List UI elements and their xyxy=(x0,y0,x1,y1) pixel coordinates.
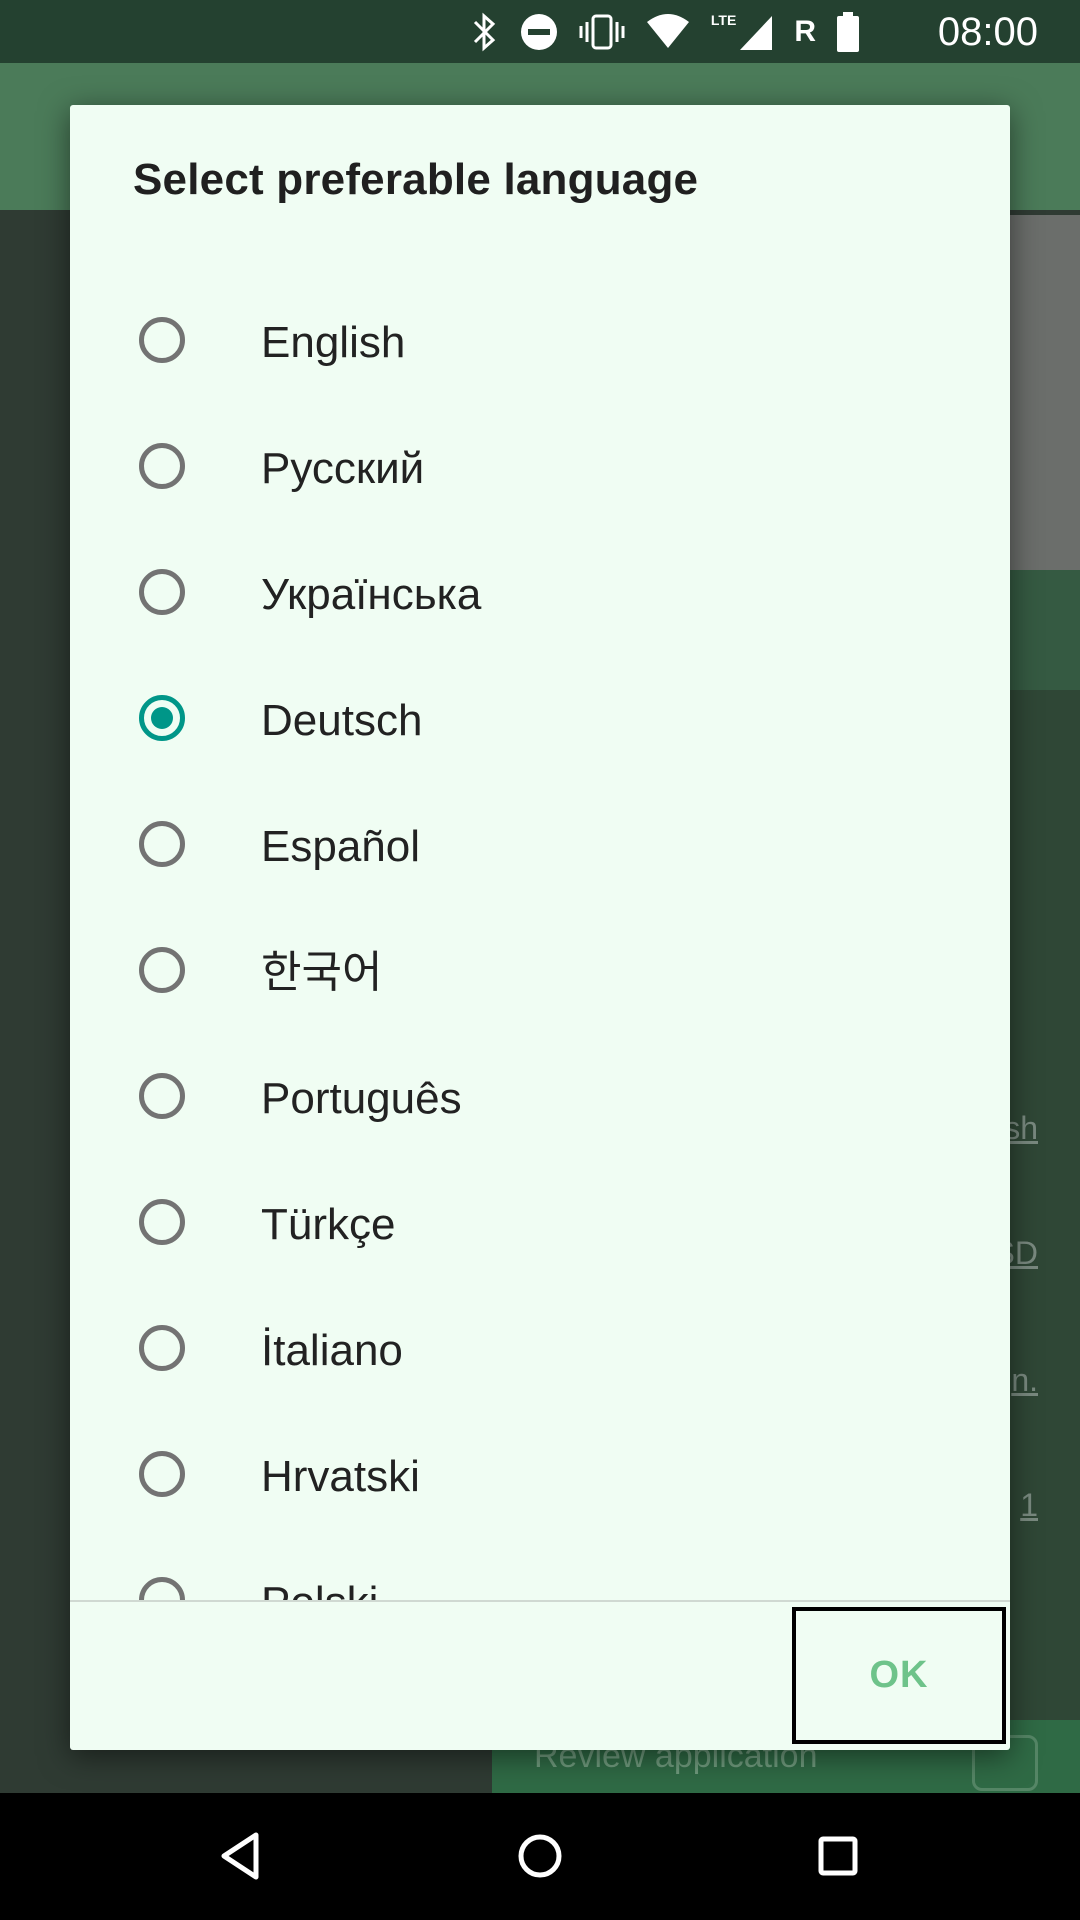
status-time: 08:00 xyxy=(937,10,1038,54)
roaming-indicator: R xyxy=(794,15,816,48)
language-option-portuguese[interactable]: Português xyxy=(70,1036,1010,1162)
language-option-english[interactable]: English xyxy=(70,280,1010,406)
radio-button[interactable] xyxy=(139,443,185,489)
radio-button[interactable] xyxy=(139,569,185,615)
language-options-list[interactable]: Select preferable language English Русск… xyxy=(70,105,1010,1600)
status-bar: LTE R 08:00 xyxy=(0,0,1080,63)
cell-signal-icon xyxy=(740,16,773,50)
radio-button[interactable] xyxy=(139,317,185,363)
radio-button[interactable] xyxy=(139,1577,185,1600)
language-dialog: Select preferable language English Русск… xyxy=(70,105,1010,1750)
option-label: Español xyxy=(261,822,421,871)
navigation-bar xyxy=(0,1793,1080,1920)
wifi-icon xyxy=(646,14,689,48)
radio-button[interactable] xyxy=(139,1073,185,1119)
option-label: Deutsch xyxy=(261,696,423,745)
language-option-russian[interactable]: Русский xyxy=(70,406,1010,532)
battery-icon xyxy=(837,12,859,52)
option-label: 한국어 xyxy=(261,948,383,997)
recents-icon[interactable] xyxy=(803,1821,873,1891)
radio-button[interactable] xyxy=(139,695,185,741)
option-label: Русский xyxy=(261,444,425,493)
do-not-disturb-icon xyxy=(520,14,557,50)
home-icon[interactable] xyxy=(505,1821,575,1891)
option-label: Hrvatski xyxy=(261,1452,420,1501)
background-card xyxy=(1005,215,1080,570)
language-option-ukrainian[interactable]: Українська xyxy=(70,532,1010,658)
dialog-divider xyxy=(70,1600,1010,1602)
language-option-italian[interactable]: İtaliano xyxy=(70,1288,1010,1414)
language-option-korean[interactable]: 한국어 xyxy=(70,910,1010,1036)
option-label: Polski xyxy=(261,1578,378,1600)
bluetooth-icon xyxy=(473,12,496,52)
network-type: LTE xyxy=(710,12,737,28)
option-label: Українська xyxy=(261,570,482,619)
back-icon[interactable] xyxy=(206,1821,276,1891)
option-label: English xyxy=(261,318,406,367)
language-option-spanish[interactable]: Español xyxy=(70,784,1010,910)
background-panel: sh SD n. 1 xyxy=(994,690,1080,1793)
option-label: Türkçe xyxy=(261,1200,396,1249)
radio-button[interactable] xyxy=(139,1199,185,1245)
option-label: Português xyxy=(261,1074,462,1123)
option-label: İtaliano xyxy=(261,1326,403,1375)
vibrate-icon xyxy=(579,14,625,50)
radio-button[interactable] xyxy=(139,1451,185,1497)
background-link: 1 xyxy=(1020,1487,1038,1523)
language-option-croatian[interactable]: Hrvatski xyxy=(70,1414,1010,1540)
radio-button[interactable] xyxy=(139,1325,185,1371)
language-option-polish[interactable]: Polski xyxy=(70,1540,1010,1600)
radio-button[interactable] xyxy=(139,947,185,993)
radio-button[interactable] xyxy=(139,821,185,867)
language-option-german[interactable]: Deutsch xyxy=(70,658,1010,784)
ok-button[interactable]: OK xyxy=(792,1607,1006,1744)
background-strip xyxy=(1005,570,1080,690)
status-icons: LTE R xyxy=(471,12,860,52)
language-option-turkish[interactable]: Türkçe xyxy=(70,1162,1010,1288)
background-link: n. xyxy=(1011,1362,1038,1398)
dialog-title: Select preferable language xyxy=(133,155,699,204)
